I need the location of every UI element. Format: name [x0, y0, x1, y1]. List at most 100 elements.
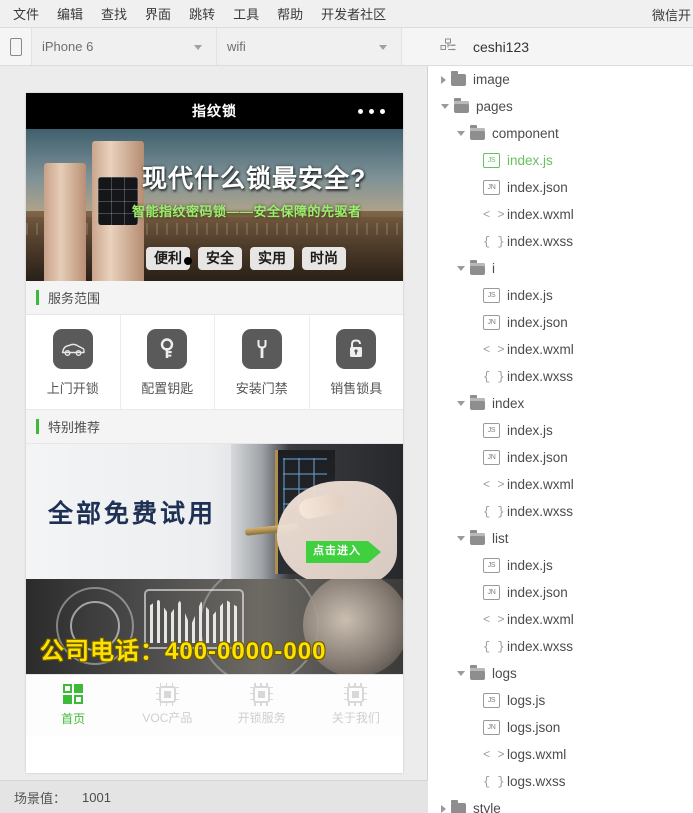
chevron-down-icon[interactable]	[441, 104, 449, 109]
chevron-down-icon[interactable]	[457, 536, 465, 541]
tree-node-label: index.js	[507, 423, 553, 438]
miniprogram-title: 指纹锁	[192, 103, 237, 119]
company-phone-banner[interactable]: 公司电话：400-0000-000	[26, 579, 403, 674]
project-tree-button[interactable]	[429, 28, 467, 65]
tree-node-label: index.js	[507, 153, 553, 168]
company-phone-text: 公司电话：400-0000-000	[40, 638, 327, 665]
chevron-down-icon[interactable]	[457, 266, 465, 271]
folder-icon	[454, 97, 469, 113]
service-item-door-unlock[interactable]: 上门开锁	[26, 315, 121, 409]
service-item-access-control[interactable]: 安装门禁	[215, 315, 310, 409]
menu-item-help[interactable]: 帮助	[268, 0, 312, 28]
tree-folder-style[interactable]: style	[429, 795, 693, 813]
tree-node-label: index.wxml	[507, 342, 574, 357]
menu-item-interface[interactable]: 界面	[136, 0, 180, 28]
promo-cta-button[interactable]: 点击进入	[306, 541, 381, 563]
toolbar-spacer	[402, 28, 429, 65]
tree-folder-component[interactable]: component	[429, 120, 693, 147]
chevron-down-icon[interactable]	[457, 131, 465, 136]
car-icon	[52, 329, 93, 369]
folder-icon	[470, 664, 485, 680]
hero-tag: 便利	[146, 246, 190, 270]
tree-node-label: index.wxml	[507, 612, 574, 627]
js-file-icon: JS	[483, 153, 500, 168]
tree-folder-image[interactable]: image	[429, 66, 693, 93]
miniprogram-tabbar: 首页 VOC产品 开锁服务 关于我们	[26, 674, 403, 736]
tree-file-index.json[interactable]: JN index.json	[429, 444, 693, 471]
tree-folder-i[interactable]: i	[429, 255, 693, 282]
chevron-down-icon[interactable]	[457, 401, 465, 406]
tree-file-index.wxml[interactable]: < > index.wxml	[429, 201, 693, 228]
tree-node-label: logs.json	[507, 720, 561, 735]
tree-file-index.js[interactable]: JS index.js	[429, 282, 693, 309]
tab-voc-products[interactable]: VOC产品	[120, 675, 214, 736]
tree-folder-pages[interactable]: pages	[429, 93, 693, 120]
file-tree-panel[interactable]: image pages component JS index.js JN index.jso…	[429, 66, 693, 813]
tree-file-index.json[interactable]: JN index.json	[429, 579, 693, 606]
project-name[interactable]: ceshi123	[467, 28, 693, 65]
tree-folder-logs[interactable]: logs	[429, 660, 693, 687]
promo-banner[interactable]: 全部免费试用 点击进入	[26, 444, 403, 579]
chevron-right-icon[interactable]	[441, 75, 446, 84]
tree-file-index.json[interactable]: JN index.json	[429, 309, 693, 336]
tree-file-logs.wxml[interactable]: < > logs.wxml	[429, 741, 693, 768]
device-select[interactable]: iPhone 6	[32, 28, 217, 65]
tree-node-label: index.js	[507, 288, 553, 303]
js-file-icon: JS	[483, 558, 500, 573]
chevron-right-icon[interactable]	[441, 804, 446, 813]
menu-item-edit[interactable]: 编辑	[48, 0, 92, 28]
tree-file-index.wxss[interactable]: { } index.wxss	[429, 228, 693, 255]
hero-bullet-decoration	[184, 257, 192, 265]
wxss-file-icon: { }	[483, 369, 505, 384]
tree-file-index.js[interactable]: JS index.js	[429, 147, 693, 174]
tree-file-index.wxss[interactable]: { } index.wxss	[429, 498, 693, 525]
tree-node-label: index.wxml	[507, 207, 574, 222]
menu-item-file[interactable]: 文件	[4, 0, 48, 28]
tree-file-logs.wxss[interactable]: { } logs.wxss	[429, 768, 693, 795]
tree-file-logs.json[interactable]: JN logs.json	[429, 714, 693, 741]
tree-file-index.wxml[interactable]: < > index.wxml	[429, 471, 693, 498]
json-file-icon: JN	[483, 315, 500, 330]
tab-label: 关于我们	[331, 710, 380, 725]
tab-home[interactable]: 首页	[26, 675, 120, 736]
service-item-key-config[interactable]: 配置钥匙	[121, 315, 215, 409]
network-select[interactable]: wifi	[217, 28, 402, 65]
menu-item-tools[interactable]: 工具	[224, 0, 268, 28]
device-toggle-button[interactable]	[0, 28, 32, 65]
menu-item-goto[interactable]: 跳转	[180, 0, 224, 28]
tree-folder-list[interactable]: list	[429, 525, 693, 552]
tree-node-label: image	[473, 72, 510, 87]
service-item-lock-sales[interactable]: 销售锁具	[310, 315, 404, 409]
hero-tag: 安全	[198, 246, 242, 270]
folder-icon	[470, 394, 485, 410]
wxml-file-icon: < >	[483, 342, 505, 357]
tree-node-label: index.js	[507, 558, 553, 573]
hero-banner[interactable]: 现代什么锁最安全? 智能指纹密码锁——安全保障的先驱者 便利 安全 实用 时尚	[26, 129, 403, 281]
tree-file-index.js[interactable]: JS index.js	[429, 417, 693, 444]
tree-file-index.wxss[interactable]: { } index.wxss	[429, 363, 693, 390]
folder-icon	[470, 259, 485, 275]
tree-file-index.wxss[interactable]: { } index.wxss	[429, 633, 693, 660]
wxml-file-icon: < >	[483, 612, 505, 627]
folder-icon	[451, 70, 466, 86]
tree-file-logs.js[interactable]: JS logs.js	[429, 687, 693, 714]
chevron-down-icon[interactable]	[457, 671, 465, 676]
tab-about-us[interactable]: 关于我们	[309, 675, 403, 736]
wxss-file-icon: { }	[483, 774, 505, 789]
promo-cta-label: 点击进入	[306, 541, 368, 563]
status-bar: 场景值： 1001	[0, 780, 428, 813]
menu-item-developer-community[interactable]: 开发者社区	[312, 0, 395, 28]
tree-node-label: logs.wxss	[507, 774, 566, 789]
menu-item-find[interactable]: 查找	[92, 0, 136, 28]
more-menu-icon[interactable]	[358, 109, 385, 114]
app-title-region: 微信开	[652, 0, 693, 28]
tree-file-index.wxml[interactable]: < > index.wxml	[429, 336, 693, 363]
js-file-icon: JS	[483, 288, 500, 303]
tree-file-index.js[interactable]: JS index.js	[429, 552, 693, 579]
tree-file-index.json[interactable]: JN index.json	[429, 174, 693, 201]
chevron-down-icon	[379, 44, 387, 50]
tree-file-index.wxml[interactable]: < > index.wxml	[429, 606, 693, 633]
tab-unlock-service[interactable]: 开锁服务	[215, 675, 309, 736]
chevron-down-icon	[194, 44, 202, 50]
tree-folder-index[interactable]: index	[429, 390, 693, 417]
